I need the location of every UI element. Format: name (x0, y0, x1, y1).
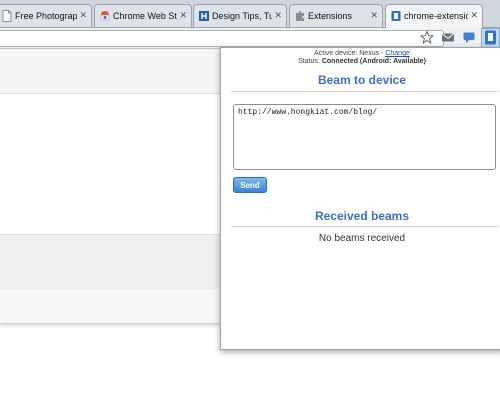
extension-button-active[interactable] (481, 28, 500, 48)
tab-design-tips[interactable]: Design Tips, Tut ✕ (193, 4, 287, 27)
send-button[interactable]: Send (233, 177, 267, 193)
active-device-line: Active device: Nexus - Change (221, 50, 500, 57)
tab-chrome-web-store[interactable]: Chrome Web Sto ✕ (94, 4, 192, 27)
tab-strip: Free Photograph ✕ Chrome Web Sto ✕ Desig… (0, 0, 500, 28)
empty-beams-message: No beams received (318, 233, 406, 244)
status-line: Status: Connected (Android: Available) (221, 58, 500, 65)
tab-title: Extensions (308, 11, 353, 21)
tab-title: chrome-extensio (404, 11, 468, 21)
page-footer-band (0, 289, 220, 324)
address-bar[interactable] (0, 30, 444, 47)
hongkiat-h-icon (199, 11, 209, 21)
close-icon[interactable]: ✕ (179, 10, 187, 21)
tab-title: Free Photograph (15, 11, 77, 21)
gmail-icon[interactable] (441, 30, 455, 45)
active-device-label: Active device: Nexus - (314, 50, 386, 57)
url-input[interactable]: http://www.hongkiat.com/blog/ (233, 104, 496, 170)
divider (231, 91, 499, 92)
divider (231, 226, 499, 227)
star-icon[interactable] (420, 30, 434, 45)
close-icon[interactable]: ✕ (274, 10, 282, 21)
chrome-to-phone-icon (485, 30, 496, 45)
extension-popup: Active device: Nexus - Change Status: Co… (220, 47, 500, 350)
page-header-band (0, 49, 220, 94)
tab-chrome-extension[interactable]: chrome-extensio ✕ (385, 4, 483, 28)
tab-extensions[interactable]: Extensions ✕ (289, 4, 383, 27)
change-device-link[interactable]: Change (385, 50, 410, 57)
chat-bubble-icon[interactable] (462, 30, 476, 45)
close-icon[interactable]: ✕ (79, 10, 87, 21)
extension-page-icon (391, 11, 401, 21)
chrome-webstore-icon (100, 11, 110, 21)
tab-title: Design Tips, Tut (212, 11, 272, 21)
tab-free-photograph[interactable]: Free Photograph ✕ (0, 4, 92, 27)
close-icon[interactable]: ✕ (470, 10, 478, 21)
received-beams-heading: Received beams (314, 209, 410, 223)
close-icon[interactable]: ✕ (370, 10, 378, 21)
status-value: Connected (Android: Available) (321, 58, 426, 65)
browser-toolbar (0, 28, 500, 49)
status-label: Status: (298, 58, 322, 65)
beam-to-device-heading: Beam to device (317, 73, 407, 87)
page-band (0, 234, 220, 290)
tab-title: Chrome Web Sto (113, 11, 177, 21)
puzzle-icon (296, 11, 304, 21)
page-icon (2, 10, 12, 22)
